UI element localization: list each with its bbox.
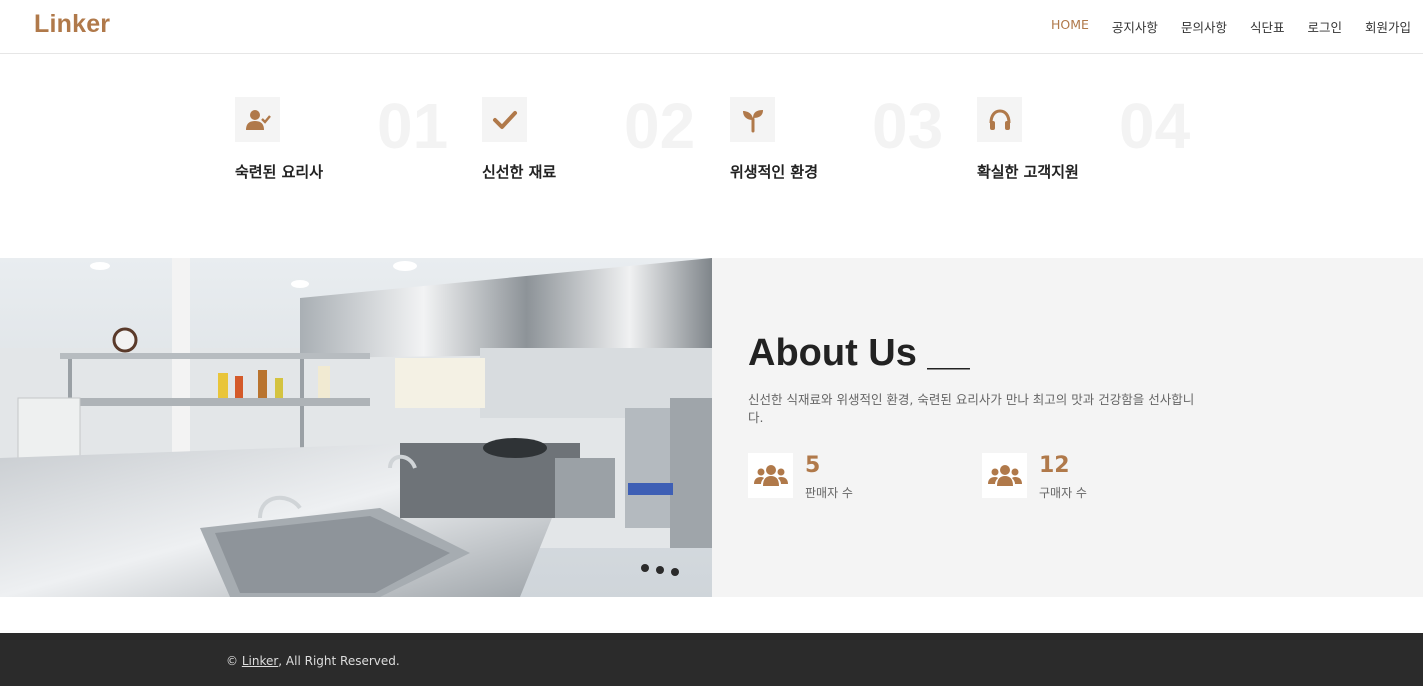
feature-item: 02 신선한 재료: [482, 90, 712, 197]
site-header: Linker HOME 공지사항 문의사항 식단표 로그인 회원가입: [0, 0, 1423, 54]
copyright-suffix: , All Right Reserved.: [278, 654, 400, 668]
nav-item-home[interactable]: HOME: [1051, 17, 1089, 36]
nav-item-notices[interactable]: 공지사항: [1112, 17, 1158, 36]
stat-sellers: 5 판매자 수: [748, 453, 948, 501]
copyright-prefix: ©: [226, 654, 242, 668]
feature-item: 01 숙련된 요리사: [235, 90, 465, 197]
feature-title: 확실한 고객지원: [977, 163, 1079, 181]
kitchen-image: [0, 258, 712, 597]
seedling-icon: [730, 97, 775, 142]
check-icon: [482, 97, 527, 142]
stat-buyers: 12 구매자 수: [982, 453, 1182, 501]
headphones-icon: [977, 97, 1022, 142]
copyright: © Linker, All Right Reserved.: [226, 654, 400, 668]
about-section: About Us __ 신선한 식재료와 위생적인 환경, 숙련된 요리사가 만…: [0, 258, 1423, 597]
nav-item-login[interactable]: 로그인: [1307, 17, 1342, 36]
footer-brand-link[interactable]: Linker: [242, 654, 278, 668]
nav-item-menu[interactable]: 식단표: [1250, 17, 1285, 36]
feature-title: 신선한 재료: [482, 163, 557, 181]
site-footer: © Linker, All Right Reserved.: [0, 633, 1423, 686]
feature-number: 01: [377, 90, 449, 162]
nav-item-signup[interactable]: 회원가입: [1365, 17, 1411, 36]
feature-title: 숙련된 요리사: [235, 163, 324, 181]
about-description: 신선한 식재료와 위생적인 환경, 숙련된 요리사가 만나 최고의 맛과 건강함…: [748, 392, 1195, 425]
stat-value: 5: [805, 453, 821, 478]
feature-number: 03: [872, 90, 944, 162]
about-title: About Us __: [748, 332, 970, 374]
users-icon: [748, 453, 793, 498]
nav-item-inquiries[interactable]: 문의사항: [1181, 17, 1227, 36]
feature-item: 04 확실한 고객지원: [977, 90, 1207, 197]
feature-title: 위생적인 환경: [730, 163, 819, 181]
feature-number: 02: [624, 90, 696, 162]
feature-item: 03 위생적인 환경: [730, 90, 960, 197]
features-section: 01 숙련된 요리사 02 신선한 재료 03 위생적인 환경 04 확실한 고…: [0, 54, 1423, 258]
main-nav: HOME 공지사항 문의사항 식단표 로그인 회원가입: [1028, 17, 1411, 36]
stat-label: 판매자 수: [805, 486, 853, 500]
site-logo[interactable]: Linker: [34, 10, 110, 39]
stat-label: 구매자 수: [1039, 486, 1087, 500]
stat-value: 12: [1039, 453, 1070, 478]
users-icon: [982, 453, 1027, 498]
user-check-icon: [235, 97, 280, 142]
feature-number: 04: [1119, 90, 1191, 162]
